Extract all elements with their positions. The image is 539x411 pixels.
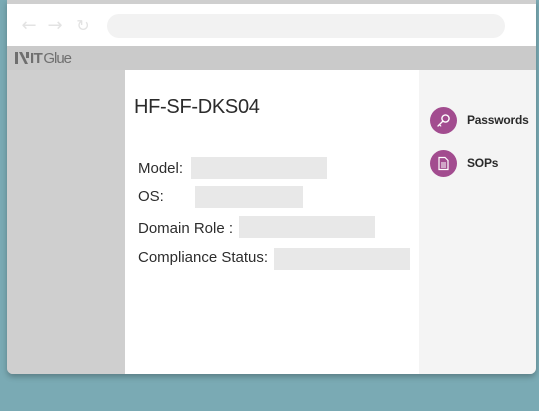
logo-text-light: Glue xyxy=(43,49,72,67)
forward-arrow-icon[interactable]: → xyxy=(46,17,64,35)
os-label: OS: xyxy=(138,188,164,205)
related-items-panel: Passwords SOPs xyxy=(419,70,536,374)
page-title: HF-SF-DKS04 xyxy=(134,96,260,118)
document-icon xyxy=(430,149,457,177)
address-bar[interactable] xyxy=(107,14,505,38)
model-label: Model: xyxy=(138,160,184,177)
reload-icon[interactable]: ↻ xyxy=(74,17,92,35)
os-value xyxy=(195,186,303,208)
model-value xyxy=(191,157,327,179)
sidebar-item-label: Passwords xyxy=(467,113,529,127)
left-navigation-panel xyxy=(7,70,125,374)
key-icon xyxy=(430,106,457,134)
device-detail-panel: HF-SF-DKS04 Model: OS: Domain Role : Com… xyxy=(125,70,419,374)
domain-role-value xyxy=(239,216,375,238)
itglue-logo[interactable]: IT Glue xyxy=(15,49,72,67)
domain-role-label: Domain Role : xyxy=(138,220,234,237)
browser-window: ← → ↻ IT Glue HF-SF-DKS04 Model: OS: Doma… xyxy=(7,0,536,374)
sidebar-item-passwords[interactable]: Passwords xyxy=(430,106,529,134)
back-arrow-icon[interactable]: ← xyxy=(20,17,38,35)
browser-toolbar: ← → ↻ xyxy=(7,4,536,46)
compliance-status-value xyxy=(274,248,410,270)
sidebar-item-sops[interactable]: SOPs xyxy=(430,149,498,177)
logo-text-bold: IT xyxy=(30,49,43,67)
compliance-status-label: Compliance Status: xyxy=(138,249,269,266)
app-header: IT Glue xyxy=(7,46,536,70)
sidebar-item-label: SOPs xyxy=(467,156,499,170)
itglue-logo-mark-icon xyxy=(15,52,29,64)
